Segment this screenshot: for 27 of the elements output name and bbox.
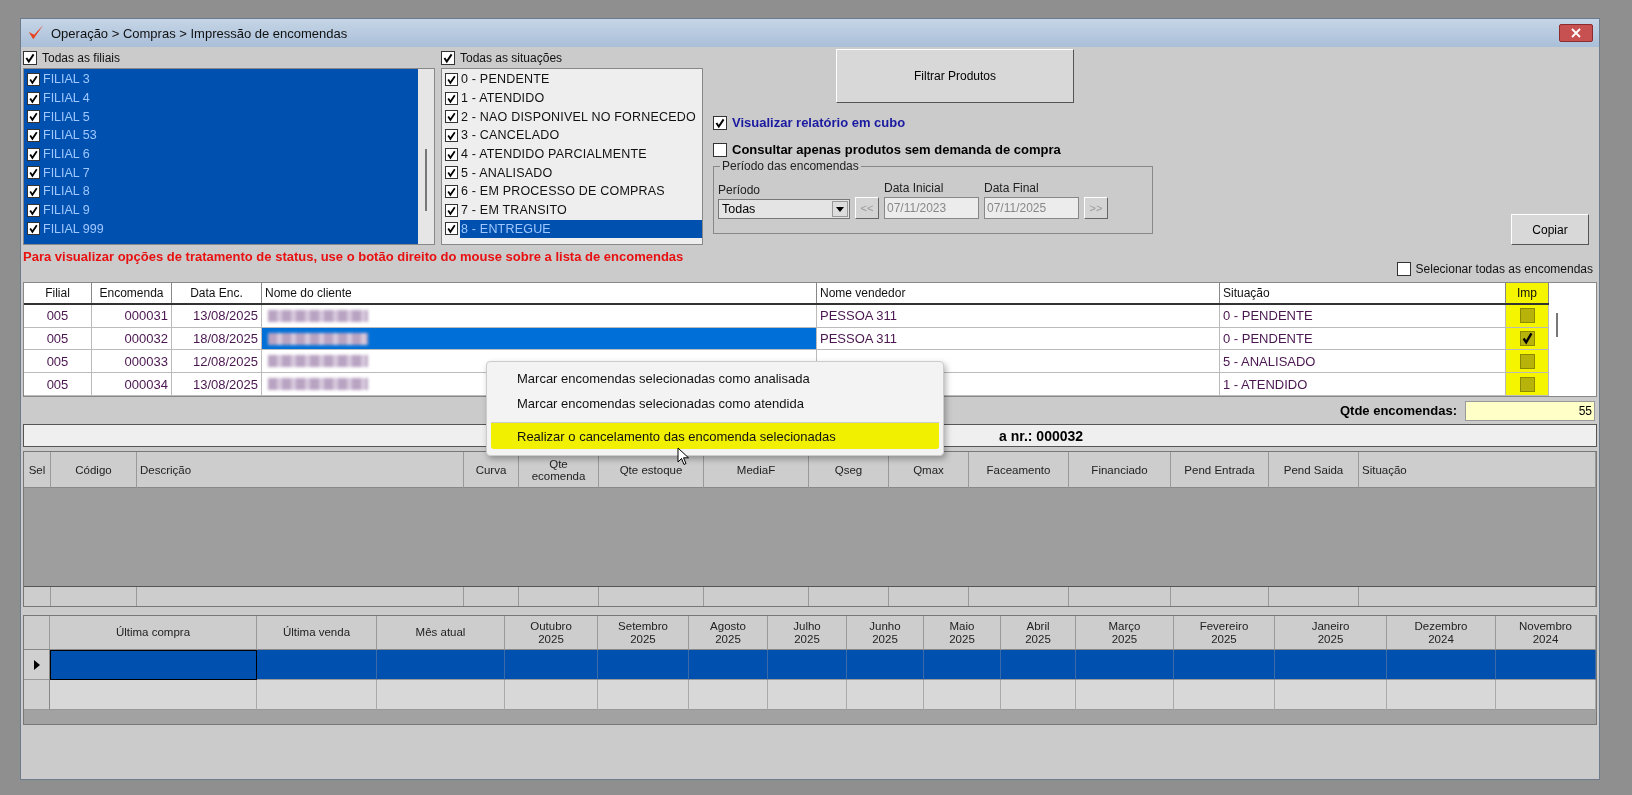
count-field: 55 <box>1465 400 1595 421</box>
table-cell: 13/08/2025 <box>172 373 262 395</box>
table-cell: PESSOA 311 <box>820 308 898 324</box>
checkbox-label: Selecionar todas as encomendas <box>1415 262 1593 276</box>
hint-text: Para visualizar opções de tratamento de status, use o botão direito do mouse sobre a lista de encomendas <box>23 248 684 264</box>
checkbox-label: Todas as filiais <box>42 51 121 65</box>
table-cell: PESSOA 311 <box>820 331 898 347</box>
table-cell: 005 <box>24 350 92 373</box>
count-label: Qtde encomendas: <box>1339 403 1457 418</box>
table-cell: 005 <box>24 304 92 327</box>
products-heading: a nr.: 000032 <box>999 427 1084 444</box>
field-label: Período <box>718 183 762 197</box>
table-cell: 12/08/2025 <box>172 350 262 373</box>
table-cell: 005 <box>24 373 92 395</box>
field-label: Data Final <box>984 181 1040 195</box>
group-legend: Período das encomendas <box>720 159 861 173</box>
table-cell: 000032 <box>92 327 172 350</box>
table-cell: 000031 <box>92 304 172 327</box>
field-label: Data Inicial <box>884 181 945 195</box>
checkbox-label: Consultar apenas produtos sem demanda de compra <box>732 142 1061 157</box>
checkbox-label: Todas as situações <box>460 51 563 65</box>
table-cell: 13/08/2025 <box>172 304 262 327</box>
table-cell: 000033 <box>92 350 172 373</box>
checkbox-label: Visualizar relatório em cubo <box>732 115 906 130</box>
table-cell: 005 <box>24 327 92 350</box>
table-cell: 000034 <box>92 373 172 395</box>
window-title: Operação > Compras > Impressão de encomendas <box>51 25 348 41</box>
